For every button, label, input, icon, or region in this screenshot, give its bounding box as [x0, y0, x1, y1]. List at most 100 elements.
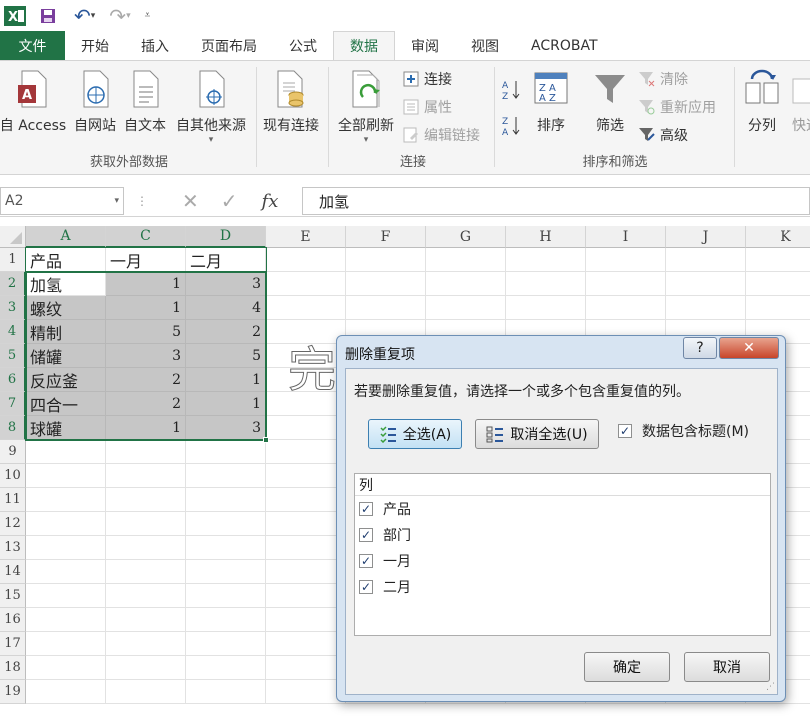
cell[interactable] — [26, 536, 106, 560]
cell[interactable] — [266, 392, 346, 416]
cell[interactable] — [346, 248, 426, 272]
cell[interactable] — [586, 272, 666, 296]
tab-insert[interactable]: 插入 — [125, 31, 185, 60]
name-box[interactable]: A2 ▾ — [0, 187, 124, 215]
row-header[interactable]: 10 — [0, 464, 26, 488]
reapply-button[interactable]: 重新应用 — [638, 97, 716, 117]
cell[interactable] — [266, 608, 346, 632]
cell[interactable]: 2 — [106, 368, 186, 392]
undo-icon[interactable]: ↶ — [74, 4, 91, 28]
row-header[interactable]: 13 — [0, 536, 26, 560]
cell[interactable]: 螺纹 — [26, 296, 106, 320]
row-header[interactable]: 5 — [0, 344, 26, 368]
cell[interactable] — [346, 296, 426, 320]
row-header[interactable]: 12 — [0, 512, 26, 536]
sort-ascending-button[interactable]: AZ — [502, 79, 526, 101]
cell[interactable]: 加氢 — [26, 272, 106, 296]
list-item[interactable]: ✓ 部门 — [355, 522, 770, 548]
cell[interactable]: 二月 — [186, 248, 266, 272]
cell[interactable] — [266, 512, 346, 536]
cell[interactable] — [186, 464, 266, 488]
cell[interactable] — [266, 296, 346, 320]
tab-data[interactable]: 数据 — [333, 31, 395, 60]
column-header[interactable]: J — [666, 226, 746, 248]
cell[interactable] — [106, 464, 186, 488]
row-header[interactable]: 11 — [0, 488, 26, 512]
cell[interactable] — [426, 296, 506, 320]
cell[interactable]: 产品 — [26, 248, 106, 272]
cell[interactable]: 1 — [186, 392, 266, 416]
cell[interactable] — [106, 560, 186, 584]
help-button[interactable]: ? — [683, 337, 717, 359]
cell[interactable] — [186, 560, 266, 584]
cell[interactable] — [26, 488, 106, 512]
row-header[interactable]: 7 — [0, 392, 26, 416]
cell[interactable]: 1 — [106, 296, 186, 320]
cell[interactable] — [186, 440, 266, 464]
redo-icon[interactable]: ↷ — [109, 4, 126, 28]
tab-view[interactable]: 视图 — [455, 31, 515, 60]
existing-connections-button[interactable]: 现有连接 — [258, 69, 324, 135]
column-header[interactable]: A — [26, 226, 106, 248]
cell[interactable]: 3 — [186, 272, 266, 296]
columns-listbox[interactable]: 列 ✓ 产品 ✓ 部门 ✓ 一月 ✓ 二月 — [354, 473, 771, 636]
cell[interactable] — [266, 584, 346, 608]
cell[interactable] — [26, 440, 106, 464]
row-header[interactable]: 17 — [0, 632, 26, 656]
from-access-button[interactable]: A 自 Access — [0, 69, 70, 135]
cell[interactable] — [26, 464, 106, 488]
cell[interactable] — [106, 584, 186, 608]
cell[interactable] — [266, 272, 346, 296]
text-to-columns-button[interactable]: 分列 — [738, 69, 786, 135]
cell[interactable] — [266, 248, 346, 272]
cell[interactable]: 储罐 — [26, 344, 106, 368]
cell[interactable]: 5 — [186, 344, 266, 368]
cell[interactable] — [506, 248, 586, 272]
cell[interactable] — [666, 296, 746, 320]
formula-input[interactable]: 加氢 — [302, 187, 810, 215]
close-button[interactable]: ✕ — [719, 337, 779, 359]
cell[interactable] — [26, 632, 106, 656]
row-header[interactable]: 3 — [0, 296, 26, 320]
tab-home[interactable]: 开始 — [65, 31, 125, 60]
cell[interactable] — [266, 320, 346, 344]
cell[interactable] — [266, 680, 346, 704]
row-header[interactable]: 18 — [0, 656, 26, 680]
row-header[interactable]: 15 — [0, 584, 26, 608]
cell[interactable] — [186, 488, 266, 512]
tab-review[interactable]: 审阅 — [395, 31, 455, 60]
cell[interactable] — [26, 512, 106, 536]
unselect-all-button[interactable]: 取消全选(U) — [475, 419, 599, 449]
cell[interactable] — [26, 680, 106, 704]
insert-function-icon[interactable]: fx — [262, 191, 279, 212]
cell[interactable] — [186, 512, 266, 536]
row-header[interactable]: 9 — [0, 440, 26, 464]
cell[interactable] — [266, 656, 346, 680]
row-header[interactable]: 16 — [0, 608, 26, 632]
column-header[interactable]: D — [186, 226, 266, 248]
column-header[interactable]: C — [106, 226, 186, 248]
from-web-button[interactable]: 自网站 — [70, 69, 120, 135]
tab-acrobat[interactable]: ACROBAT — [515, 31, 614, 60]
cell[interactable] — [346, 272, 426, 296]
tab-formulas[interactable]: 公式 — [273, 31, 333, 60]
clear-filter-button[interactable]: 清除 — [638, 69, 688, 89]
cell[interactable] — [746, 248, 810, 272]
column-header[interactable]: G — [426, 226, 506, 248]
cell[interactable] — [266, 344, 346, 368]
confirm-entry-icon[interactable]: ✓ — [221, 189, 238, 213]
resize-grip-icon[interactable]: ⋰ — [766, 682, 775, 692]
cell[interactable] — [266, 464, 346, 488]
cell[interactable]: 一月 — [106, 248, 186, 272]
advanced-filter-button[interactable]: 高级 — [638, 125, 688, 145]
cell[interactable]: 精制 — [26, 320, 106, 344]
cell[interactable] — [186, 632, 266, 656]
row-header[interactable]: 14 — [0, 560, 26, 584]
cell[interactable] — [506, 272, 586, 296]
properties-button[interactable]: 属性 — [402, 97, 452, 117]
row-header[interactable]: 6 — [0, 368, 26, 392]
tab-page-layout[interactable]: 页面布局 — [185, 31, 273, 60]
cell[interactable]: 2 — [106, 392, 186, 416]
cell[interactable] — [106, 536, 186, 560]
sort-descending-button[interactable]: ZA — [502, 115, 526, 137]
